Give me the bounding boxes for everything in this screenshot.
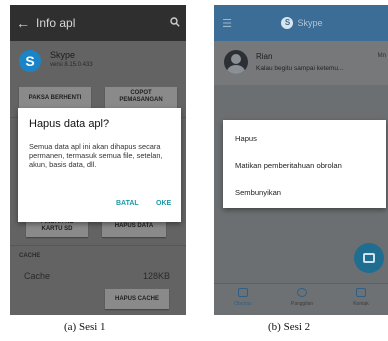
chat-context-menu: Hapus Matikan pemberitahuan obrolan Semb… (223, 120, 386, 208)
clear-cache-button[interactable]: HAPUS CACHE (105, 289, 169, 309)
skype-brand: S Skype (240, 17, 388, 29)
new-chat-icon (363, 253, 375, 263)
chat-list-item[interactable]: Rian Kalau begitu sampai ketemu... Mn (214, 41, 388, 85)
caption-session-1: (a) Sesi 1 (64, 321, 106, 333)
uninstall-label-line1: COPOT (130, 90, 152, 96)
divider (10, 245, 186, 246)
chat-icon (238, 288, 248, 297)
tab-label: Kontak (353, 301, 369, 307)
clear-data-label: HAPUS DATA (114, 223, 154, 229)
caption-session-2: (b) Sesi 2 (268, 321, 311, 333)
tab-contacts[interactable]: Kontak (336, 288, 386, 307)
uninstall-button[interactable]: COPOT PEMASANGAN (105, 87, 177, 109)
clear-cache-label: HAPUS CACHE (114, 296, 159, 302)
ok-button[interactable]: OKE (156, 200, 171, 207)
cache-label: Cache (24, 271, 51, 281)
menu-item-hide[interactable]: Sembunyikan (235, 188, 281, 197)
app-bar-title: Info apl (36, 16, 76, 30)
app-name: Skype (50, 50, 76, 60)
skype-app-bar: ☰ S Skype (214, 5, 388, 41)
force-stop-button[interactable]: PAKSA BERHENTI (19, 87, 91, 109)
hamburger-menu-icon[interactable]: ☰ (214, 17, 240, 30)
phone-icon (297, 288, 307, 297)
avatar (224, 50, 248, 74)
message-time: Mn (377, 53, 386, 59)
skype-logo-icon: S (281, 17, 294, 29)
bottom-tab-bar: Obrolan Panggilan Kontak (214, 283, 388, 315)
app-bar: ← Info apl (10, 5, 186, 41)
screen-session-1: ← Info apl S Skype versi 8.15.0.433 PAKS… (10, 5, 186, 315)
tab-chats[interactable]: Obrolan (218, 288, 268, 307)
dialog-message: Semua data apl ini akan dihapus secara p… (29, 142, 163, 169)
skype-logo-icon: S (19, 50, 41, 72)
cache-section-heading: CACHE (19, 253, 41, 259)
uninstall-label-line2: PEMASANGAN (119, 97, 163, 103)
force-stop-label: PAKSA BERHENTI (28, 95, 82, 101)
tab-label: Panggilan (290, 301, 314, 307)
new-chat-button[interactable] (354, 243, 384, 273)
tab-calls[interactable]: Panggilan (277, 288, 327, 307)
clear-data-dialog: Hapus data apl? Semua data apl ini akan … (18, 108, 181, 222)
cancel-button[interactable]: BATAL (116, 200, 139, 207)
screen-session-2: ☰ S Skype Rian Kalau begitu sampai ketem… (214, 5, 388, 315)
arrow-left-icon[interactable]: ← (10, 15, 36, 31)
message-preview: Kalau begitu sampai ketemu... (256, 65, 344, 72)
cache-size: 128KB (142, 271, 170, 281)
move-sd-label-line2: KARTU SD (41, 226, 73, 232)
contact-name: Rian (256, 52, 273, 61)
dialog-title: Hapus data apl? (29, 118, 110, 130)
tab-label: Obrolan (234, 301, 252, 307)
search-icon[interactable] (164, 16, 186, 30)
contacts-icon (356, 288, 366, 297)
app-version: versi 8.15.0.433 (50, 62, 93, 68)
menu-item-mute-notifications[interactable]: Matikan pemberitahuan obrolan (235, 161, 342, 170)
menu-item-delete[interactable]: Hapus (235, 134, 257, 143)
brand-name: Skype (297, 18, 323, 28)
